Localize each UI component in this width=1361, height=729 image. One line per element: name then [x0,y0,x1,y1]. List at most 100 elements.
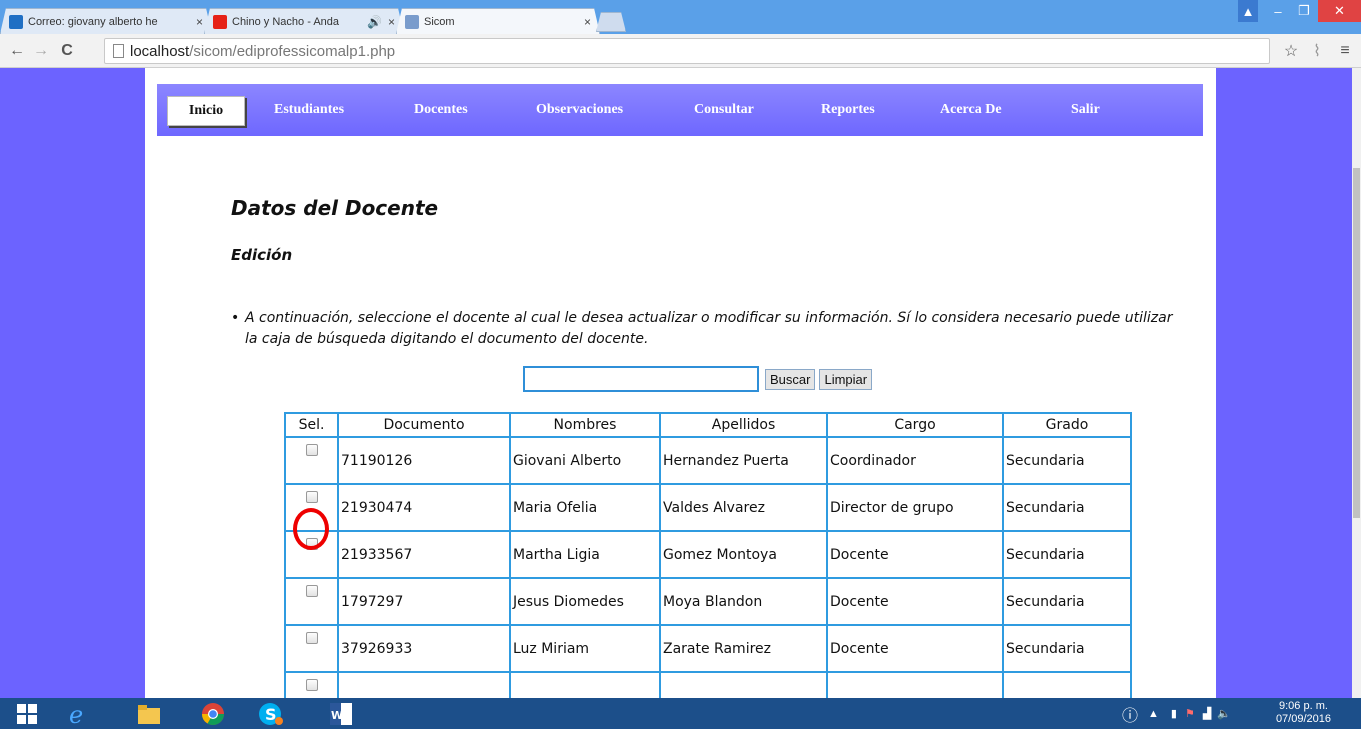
windows-start-icon[interactable] [4,699,50,728]
column-header-grado: Grado [1002,412,1132,438]
reload-button[interactable]: C [56,40,78,62]
close-window-button[interactable]: ✕ [1318,0,1361,22]
cell-grado: Secundaria [1002,624,1132,673]
instructions: • A continuación, seleccione el docente … [231,308,1175,350]
column-header-sel: Sel. [284,412,339,438]
clock-date: 07/09/2016 [1275,713,1331,725]
table-header-row: Sel. Documento Nombres Apellidos Cargo G… [284,412,1132,438]
battery-icon[interactable]: ▮ [1171,707,1177,720]
cell-grado: Secundaria [1002,577,1132,626]
tab-title: Correo: giovany alberto he [28,15,158,28]
forward-button[interactable]: → [30,40,52,62]
table-row: 21933567 Martha Ligia Gomez Montoya Doce… [284,530,1132,579]
row-checkbox[interactable] [305,585,318,597]
url-host: localhost [130,42,190,60]
table-row: 1797297 Jesus Diomedes Moya Blandon Doce… [284,577,1132,626]
cell-nombres: Martha Ligia [509,530,661,579]
chrome-menu-button[interactable]: ≡ [1334,40,1356,62]
cell-apellidos: Valdes Alvarez [659,483,828,532]
cell-grado: Secundaria [1002,483,1132,532]
cell-documento: 1797297 [337,577,511,626]
select-cell [284,577,339,626]
menu-observaciones[interactable]: Observaciones [536,84,623,136]
page-title: Datos del Docente [231,196,439,220]
row-checkbox[interactable] [305,491,318,503]
clock-time: 9:06 p. m. [1279,700,1328,712]
outlook-icon [9,15,23,29]
table-row: 71190126 Giovani Alberto Hernandez Puert… [284,436,1132,485]
close-tab-icon[interactable]: × [388,15,395,29]
cell-apellidos: Moya Blandon [659,577,828,626]
cell-grado: Secundaria [1002,530,1132,579]
row-checkbox[interactable] [305,679,318,691]
cell-grado: Secundaria [1002,436,1132,485]
search-button[interactable]: Buscar [765,368,816,390]
chrome-icon[interactable] [190,699,236,728]
cell-documento: 71190126 [337,436,511,485]
select-cell [284,671,339,698]
menu-inicio[interactable]: Inicio [167,96,245,126]
network-icon[interactable]: ▟ [1203,707,1211,720]
user-icon[interactable]: ▲ [1238,0,1258,22]
row-checkbox[interactable] [305,444,318,456]
audio-icon: 🔊 [367,14,382,29]
cell-cargo: Docente [826,624,1004,673]
table-row: 21930474 Maria Ofelia Valdes Alvarez Dir… [284,483,1132,532]
new-tab-button[interactable] [596,12,626,32]
column-header-nombres: Nombres [509,412,661,438]
extension-icon[interactable]: ⌇ [1306,40,1328,62]
close-tab-icon[interactable]: × [196,15,203,29]
page-scrollbar[interactable] [1352,68,1361,698]
volume-icon[interactable]: 🔈 [1217,707,1231,720]
menu-salir[interactable]: Salir [1071,84,1100,136]
tab-correo[interactable]: Correo: giovany alberto he × [0,8,212,34]
action-center-icon[interactable]: ⚑ [1185,707,1195,720]
main-menu: Inicio Estudiantes Docentes Observacione… [157,84,1203,136]
bookmark-star-icon[interactable]: ☆ [1280,40,1302,62]
browser-toolbar: ← → C localhost/sicom/ediprofessicomalp1… [0,34,1361,68]
tab-sicom[interactable]: Sicom × [396,8,600,34]
svg-text:W: W [331,709,343,722]
maximize-button[interactable]: ❐ [1292,0,1316,22]
page-subtitle: Edición [231,246,293,264]
menu-docentes[interactable]: Docentes [414,84,468,136]
search-row: Buscar Limpiar [523,366,876,392]
address-bar[interactable]: localhost/sicom/ediprofessicomalp1.php [104,38,1270,64]
cell-apellidos: Hernandez Puerta [659,436,828,485]
bullet-icon: • [231,310,240,326]
menu-consultar[interactable]: Consultar [694,84,754,136]
search-input[interactable] [523,366,759,392]
tab-title: Chino y Nacho - Anda [232,15,340,28]
cell-cargo: Docente [826,530,1004,579]
menu-reportes[interactable]: Reportes [821,84,875,136]
browser-tab-strip: Correo: giovany alberto he × Chino y Nac… [0,0,1361,34]
skype-icon[interactable]: S [248,699,294,728]
tab-title: Sicom [424,15,455,28]
minimize-button[interactable]: – [1266,0,1290,22]
sicom-favicon-icon [405,15,419,29]
row-checkbox[interactable] [305,632,318,644]
svg-text:S: S [265,705,277,724]
column-header-apellidos: Apellidos [659,412,828,438]
red-circle-annotation [293,508,329,550]
cell-documento: 37926933 [337,624,511,673]
cell-cargo: Coordinador [826,436,1004,485]
menu-acerca-de[interactable]: Acerca De [940,84,1002,136]
youtube-icon [213,15,227,29]
show-hidden-icons-icon[interactable]: ▲ [1148,708,1159,720]
close-tab-icon[interactable]: × [584,15,591,29]
update-notification-icon[interactable]: ⓘ [1122,702,1138,726]
clear-button[interactable]: Limpiar [819,368,873,390]
internet-explorer-icon[interactable]: e [56,699,102,728]
cell-nombres: Maria Ofelia [509,483,661,532]
taskbar-clock[interactable]: 9:06 p. m. 07/09/2016 [1276,700,1331,726]
table-row-partial [284,671,1132,698]
menu-estudiantes[interactable]: Estudiantes [274,84,344,136]
cell-apellidos: Gomez Montoya [659,530,828,579]
back-button[interactable]: ← [6,40,28,62]
scrollbar-thumb[interactable] [1353,168,1360,518]
column-header-documento: Documento [337,412,511,438]
file-explorer-icon[interactable] [126,699,172,728]
word-icon[interactable]: W [318,699,364,728]
tab-youtube[interactable]: Chino y Nacho - Anda 🔊 × [204,8,404,34]
